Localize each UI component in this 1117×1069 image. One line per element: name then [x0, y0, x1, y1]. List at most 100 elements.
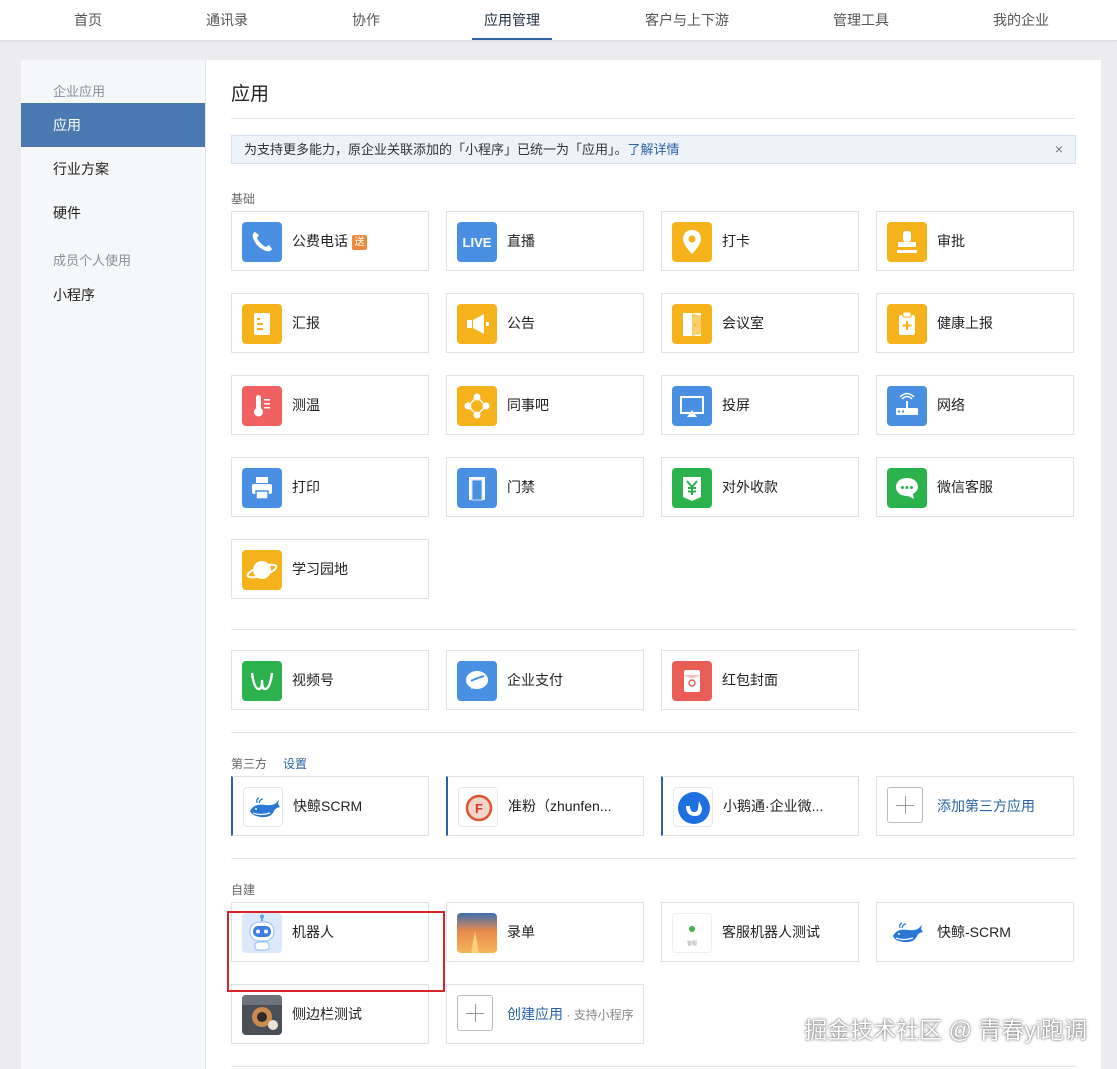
channels-icon — [242, 661, 282, 701]
tab-management-tools[interactable]: 管理工具 — [833, 0, 889, 40]
svg-text:客服: 客服 — [687, 940, 697, 947]
app-name: 准粉（zhunfen... — [508, 798, 612, 814]
sidebar-item-mini-programs[interactable]: 小程序 — [21, 273, 205, 317]
sunset-image-icon — [457, 913, 497, 953]
app-card-external-payment[interactable]: 对外收款 — [661, 457, 859, 517]
megaphone-icon — [457, 304, 497, 344]
app-name: 侧边栏测试 — [292, 1006, 362, 1022]
app-card-wechat-service[interactable]: 微信客服 — [876, 457, 1074, 517]
whale-icon — [243, 787, 283, 827]
app-name: 小鹅通·企业微... — [723, 798, 824, 814]
tab-contacts[interactable]: 通讯录 — [206, 0, 248, 40]
stamp-icon — [887, 222, 927, 262]
app-card-order-entry[interactable]: 录单 — [446, 902, 644, 962]
app-card-learning[interactable]: 学习园地 — [231, 539, 429, 599]
app-card-public-phone[interactable]: 公费电话送 — [231, 211, 429, 271]
app-card-announcement[interactable]: 公告 — [446, 293, 644, 353]
access-door-icon — [457, 468, 497, 508]
health-report-icon — [887, 304, 927, 344]
report-icon — [242, 304, 282, 344]
app-name: 打印 — [292, 479, 320, 495]
app-name: 录单 — [507, 924, 535, 940]
tab-app-management[interactable]: 应用管理 — [472, 0, 552, 40]
plus-icon — [457, 995, 493, 1031]
yuan-wallet-icon — [672, 468, 712, 508]
app-card-xiaoetong[interactable]: 小鹅通·企业微... — [661, 776, 859, 836]
add-third-party-app-button[interactable]: 添加第三方应用 — [876, 776, 1074, 836]
top-navigation: 首页 通讯录 协作 应用管理 客户与上下游 管理工具 我的企业 — [0, 0, 1117, 41]
app-card-check-in[interactable]: 打卡 — [661, 211, 859, 271]
create-app-button[interactable]: 创建应用 · 支持小程序 — [446, 984, 644, 1044]
door-icon — [672, 304, 712, 344]
phone-icon — [242, 222, 282, 262]
page-title: 应用 — [231, 84, 270, 105]
app-card-red-envelope-cover[interactable]: 红包封面 — [661, 650, 859, 710]
app-card-screen-cast[interactable]: 投屏 — [661, 375, 859, 435]
app-name: 视频号 — [292, 672, 334, 688]
group-label-basic: 基础 — [231, 192, 256, 206]
app-card-access-control[interactable]: 门禁 — [446, 457, 644, 517]
app-card-sidebar-test[interactable]: 侧边栏测试 — [231, 984, 429, 1044]
app-name: 网络 — [937, 397, 965, 413]
app-card-service-bot-test[interactable]: 客服 客服机器人测试 — [661, 902, 859, 962]
app-name: 快鲸SCRM — [293, 798, 363, 814]
sidebar-section-enterprise-apps: 企业应用 — [53, 84, 106, 99]
app-card-channels[interactable]: 视频号 — [231, 650, 429, 710]
sidebar-item-hardware[interactable]: 硬件 — [21, 191, 205, 235]
create-app-subtitle: · 支持小程序 — [563, 1008, 634, 1022]
app-card-kuaijing-scrm-custom[interactable]: 快鲸-SCRM — [876, 902, 1074, 962]
app-name: 客服机器人测试 — [722, 924, 820, 940]
app-name: 红包封面 — [722, 672, 778, 688]
app-card-temperature[interactable]: 测温 — [231, 375, 429, 435]
tab-my-enterprise[interactable]: 我的企业 — [993, 0, 1049, 40]
app-card-zhunfen[interactable]: F 准粉（zhunfen... — [446, 776, 644, 836]
watermark: 掘金技术社区 @ 青春yi跑调 — [804, 1017, 1087, 1043]
plus-icon — [887, 787, 923, 823]
app-card-meeting-room[interactable]: 会议室 — [661, 293, 859, 353]
notice-text: 为支持更多能力，原企业关联添加的「小程序」已统一为「应用」。 — [244, 142, 628, 157]
thermometer-icon — [242, 386, 282, 426]
whale-icon — [887, 913, 927, 953]
app-card-health-report[interactable]: 健康上报 — [876, 293, 1074, 353]
tab-home[interactable]: 首页 — [74, 0, 102, 40]
app-name: 企业支付 — [507, 672, 563, 688]
group-label-third-party: 第三方 — [231, 757, 268, 771]
app-name: 门禁 — [507, 479, 535, 495]
colleague-icon — [457, 386, 497, 426]
divider — [231, 732, 1076, 733]
app-card-live[interactable]: LIVE 直播 — [446, 211, 644, 271]
app-card-report[interactable]: 汇报 — [231, 293, 429, 353]
app-name: 学习园地 — [292, 561, 348, 577]
tab-customers-partners[interactable]: 客户与上下游 — [645, 0, 729, 40]
app-name: 直播 — [507, 233, 535, 249]
divider — [231, 629, 1076, 630]
app-card-network[interactable]: 网络 — [876, 375, 1074, 435]
app-name: 微信客服 — [937, 479, 993, 495]
highlight-box — [227, 911, 445, 992]
red-envelope-icon — [672, 661, 712, 701]
pay-icon — [457, 661, 497, 701]
app-card-kuaijing-scrm[interactable]: 快鲸SCRM — [231, 776, 429, 836]
third-party-settings-link[interactable]: 设置 — [283, 757, 307, 771]
app-name: 对外收款 — [722, 479, 778, 495]
notice-banner: 为支持更多能力，原企业关联添加的「小程序」已统一为「应用」。了解详情 × — [231, 135, 1076, 164]
app-name: 同事吧 — [507, 397, 549, 413]
xiaoetong-logo-icon — [673, 787, 713, 827]
photo-thumbnail-icon — [242, 995, 282, 1035]
chat-bubble-icon — [887, 468, 927, 508]
printer-icon — [242, 468, 282, 508]
app-card-approval[interactable]: 审批 — [876, 211, 1074, 271]
close-icon[interactable]: × — [1055, 136, 1063, 163]
divider — [231, 118, 1076, 119]
learn-more-link[interactable]: 了解详情 — [628, 142, 680, 157]
app-card-colleague-bar[interactable]: 同事吧 — [446, 375, 644, 435]
sidebar-item-apps[interactable]: 应用 — [21, 103, 205, 147]
app-name: 公告 — [507, 315, 535, 331]
divider — [231, 858, 1076, 859]
sidebar-item-industry-solutions[interactable]: 行业方案 — [21, 147, 205, 191]
service-bot-icon: 客服 — [672, 913, 712, 953]
divider — [231, 1066, 1076, 1067]
app-card-print[interactable]: 打印 — [231, 457, 429, 517]
app-card-enterprise-pay[interactable]: 企业支付 — [446, 650, 644, 710]
tab-collaboration[interactable]: 协作 — [352, 0, 380, 40]
